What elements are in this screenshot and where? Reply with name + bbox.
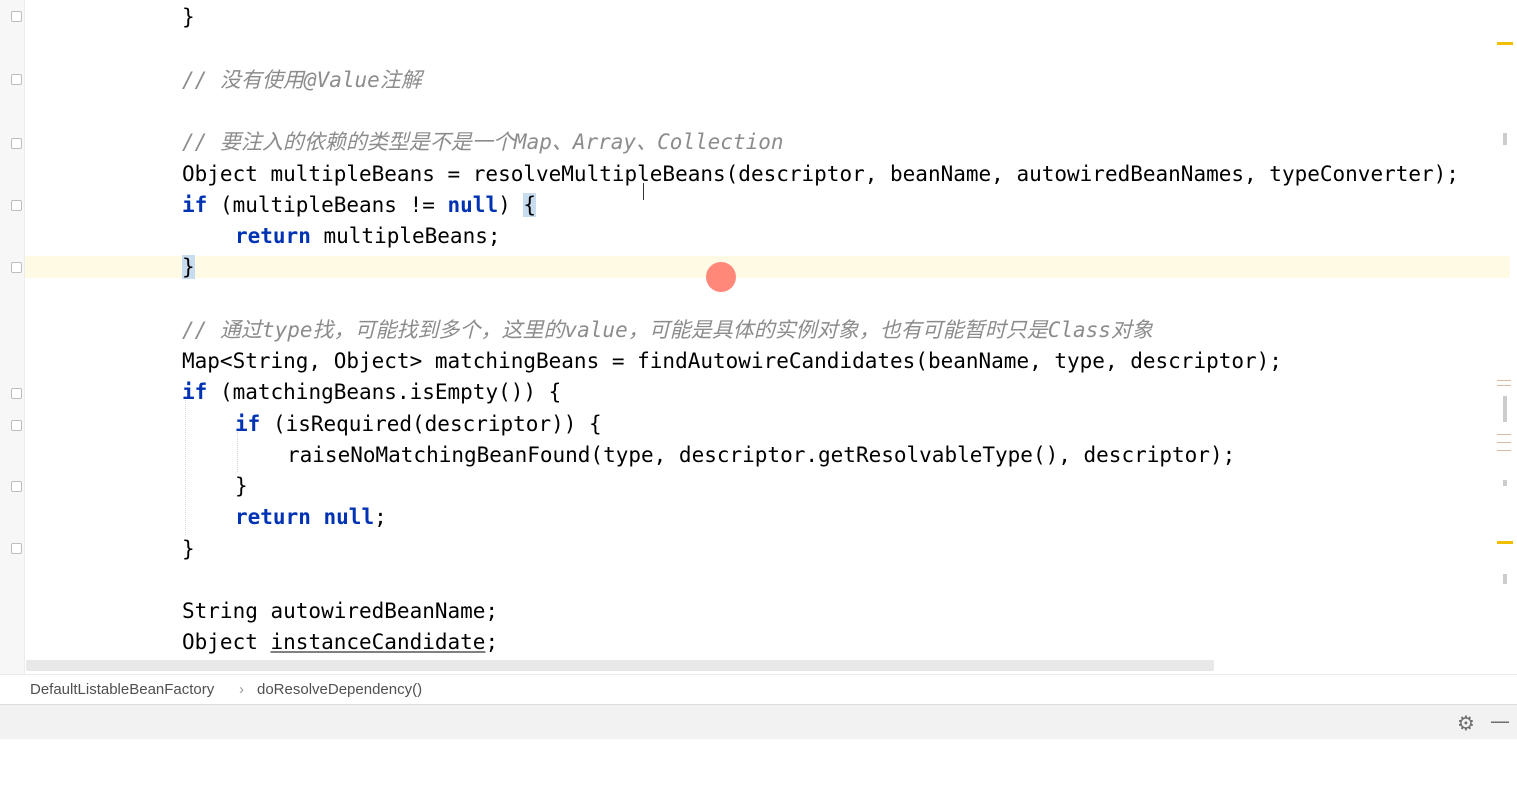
code-line-multiple-beans[interactable]: Object multipleBeans = resolveMultipleBe… [182,159,1459,190]
horizontal-scrollbar[interactable] [26,660,1214,671]
change-marker[interactable] [1497,450,1511,451]
keyword-return: return [235,505,311,529]
matched-brace: } [182,255,195,279]
breadcrumb-method[interactable]: doResolveDependency() [257,681,422,698]
editor-gutter[interactable] [0,0,24,674]
code-line-comment-type[interactable]: // 通过type找，可能找到多个，这里的value，可能是具体的实例对象，也有… [182,315,1153,346]
code-text: (matchingBeans.isEmpty()) { [207,380,562,404]
breadcrumb-class[interactable]: DefaultListableBeanFactory [30,681,214,698]
code-line-return-null[interactable]: return null; [235,502,387,533]
warning-marker[interactable] [1497,541,1513,544]
code-text: (multipleBeans != [207,193,448,217]
indent-guide [185,400,186,535]
code-text: String autowiredBeanName; [182,599,499,623]
code-text: ; [485,630,499,654]
code-line-matching-beans[interactable]: Map<String, Object> matchingBeans = find… [182,346,1282,377]
scroll-marker[interactable] [1503,396,1507,422]
gear-icon[interactable]: ⚙ [1457,711,1475,735]
code-area[interactable]: } // 没有使用@Value注解 // 要注入的依赖的类型是不是一个Map、A… [182,0,1507,660]
gutter-divider [24,0,25,674]
fold-marker[interactable] [11,11,22,22]
tool-window-header: ⚙ — [0,704,1517,740]
code-text: ; [374,505,387,529]
code-line-comment-no-value[interactable]: // 没有使用@Value注解 [182,65,422,96]
code-text: Object multipleBeans = resolveMultipleBe… [182,162,1459,186]
keyword-null: null [323,505,375,529]
recording-pointer-icon [706,262,736,292]
scroll-marker[interactable] [1503,574,1507,584]
fold-marker[interactable] [11,543,22,554]
code-line-instance-candidate[interactable]: Object instanceCandidate; [182,627,498,658]
breadcrumb-separator: › [239,681,244,698]
error-stripe[interactable] [1489,0,1517,674]
code-text: multipleBeans; [310,224,501,248]
keyword-if: if [182,193,208,217]
code-text: Object [182,630,271,654]
code-text: raiseNoMatchingBeanFound(type, descripto… [287,443,1236,467]
code-line-if-empty[interactable]: if (matchingBeans.isEmpty()) { [182,377,561,408]
code-text: } [235,474,248,498]
fold-marker[interactable] [11,388,22,399]
code-text: (isRequired(descriptor)) { [260,412,602,436]
scroll-marker[interactable] [1503,133,1507,145]
fold-marker[interactable] [11,74,22,85]
keyword-if: if [182,380,208,404]
breadcrumb: DefaultListableBeanFactory › doResolveDe… [0,674,1517,705]
code-line-if-required[interactable]: if (isRequired(descriptor)) { [235,409,602,440]
code-text: Map<String, Object> matchingBeans = find… [182,349,1282,373]
minimize-icon[interactable]: — [1490,709,1510,733]
fold-marker[interactable] [11,481,22,492]
code-comment: // 通过type找，可能找到多个，这里的value，可能是具体的实例对象，也有… [182,318,1153,342]
fold-marker[interactable] [11,420,22,431]
tool-window-content [0,739,1517,796]
code-line-close-outer[interactable]: } [182,534,195,565]
code-line-close-inner[interactable]: } [235,471,248,502]
keyword-return: return [235,224,311,248]
fold-marker[interactable] [11,138,22,149]
code-comment: // 要注入的依赖的类型是不是一个Map、Array、Collection [182,130,784,154]
code-line-if-multiple[interactable]: if (multipleBeans != null) { [182,190,537,221]
code-line-bean-name[interactable]: String autowiredBeanName; [182,596,498,627]
underlined-variable: instanceCandidate [270,630,486,654]
text-cursor-icon [643,183,646,200]
warning-marker[interactable] [1497,42,1513,45]
fold-marker[interactable] [11,200,22,211]
keyword-null: null [447,193,499,217]
code-comment: // 没有使用@Value注解 [182,68,422,92]
code-editor[interactable]: } // 没有使用@Value注解 // 要注入的依赖的类型是不是一个Map、A… [0,0,1517,674]
code-line-1[interactable]: } [182,2,195,33]
code-line-return-multiple[interactable]: return multipleBeans; [235,221,501,252]
code-text: } [182,537,195,561]
code-text: } [182,5,195,29]
scroll-marker[interactable] [1503,480,1507,486]
change-marker[interactable] [1497,385,1511,386]
code-line-raise[interactable]: raiseNoMatchingBeanFound(type, descripto… [287,440,1235,471]
code-line-comment-multiple[interactable]: // 要注入的依赖的类型是不是一个Map、Array、Collection [182,127,784,158]
change-marker[interactable] [1497,434,1511,435]
keyword-if: if [235,412,261,436]
fold-marker[interactable] [11,262,22,273]
code-line-close-brace[interactable]: } [182,252,195,283]
code-text: ) [498,193,524,217]
matched-brace: { [523,193,537,217]
change-marker[interactable] [1497,380,1511,381]
change-marker[interactable] [1497,442,1511,443]
